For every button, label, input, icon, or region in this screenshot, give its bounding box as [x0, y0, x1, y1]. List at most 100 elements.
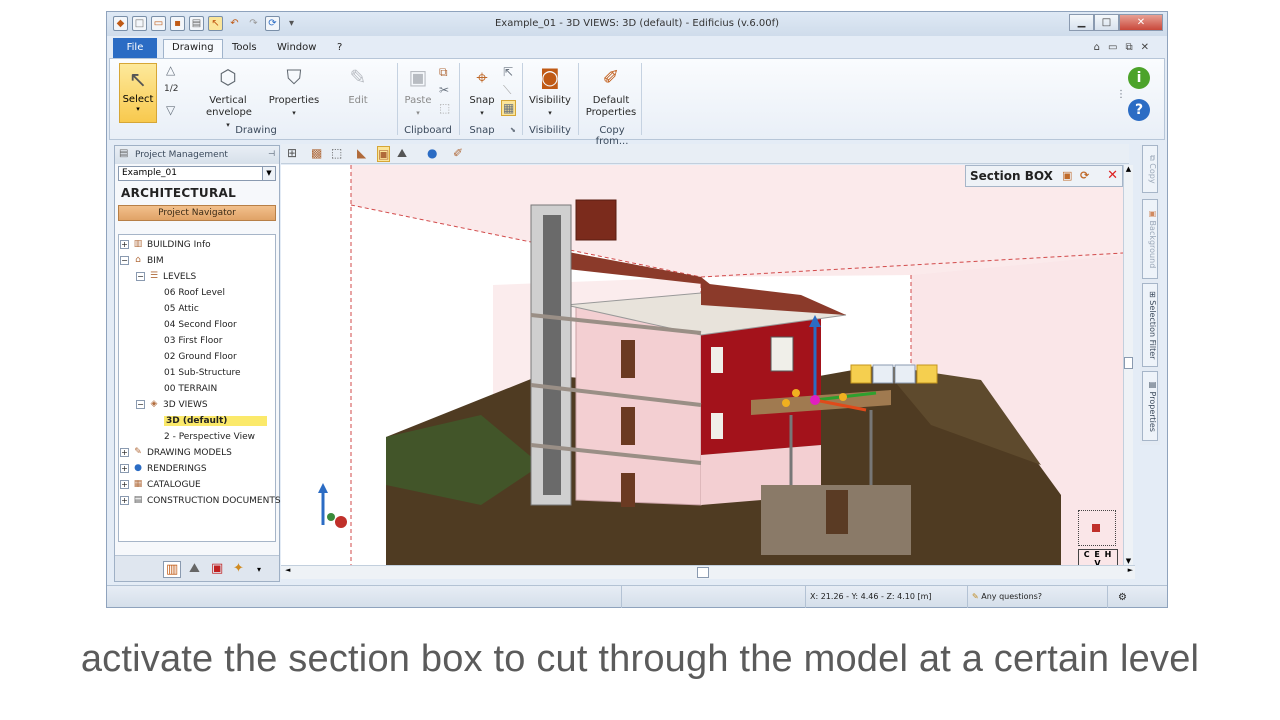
lock-tool-icon[interactable]: [916, 364, 938, 384]
select-button[interactable]: ↖ Select ▾: [119, 63, 157, 123]
tree-item-building-info[interactable]: + ▥ BUILDING Info: [120, 238, 211, 253]
3d-viewport[interactable]: Section BOX ▣ ⟳ ✕ C E H V: [281, 165, 1123, 565]
expand-icon[interactable]: +: [120, 464, 129, 473]
move-tool-icon[interactable]: [850, 364, 872, 384]
section-box-toggle-icon[interactable]: ▣: [377, 146, 391, 162]
tree-item-3d-default[interactable]: 3D (default): [164, 414, 268, 429]
tree-item-construction-documents[interactable]: + ▤ CONSTRUCTION DOCUMENTS: [120, 494, 281, 509]
right-tab-properties[interactable]: ▤ Properties: [1142, 371, 1158, 441]
project-dropdown[interactable]: Example_01 ▼: [118, 166, 276, 181]
more-dropdown-icon[interactable]: ▾: [257, 565, 261, 574]
gizmo-origin[interactable]: [810, 395, 820, 405]
distribute-tool-icon[interactable]: [872, 364, 894, 384]
tree-item-3d-views[interactable]: − ◈ 3D VIEWS: [136, 398, 208, 413]
tree-item-level[interactable]: 01 Sub-Structure: [164, 366, 241, 381]
tree-item-levels[interactable]: − ☰ LEVELS: [136, 270, 196, 285]
scroll-thumb[interactable]: [1124, 357, 1133, 369]
snap-settings-icon[interactable]: ⬊: [510, 126, 516, 134]
gizmo-handle[interactable]: [839, 393, 847, 401]
scroll-up-icon[interactable]: ▲: [1124, 165, 1133, 173]
view-cube-grid[interactable]: [1078, 510, 1116, 546]
structure-mode-icon[interactable]: ▣: [211, 561, 223, 576]
render-mode-icon[interactable]: ▩: [311, 146, 322, 160]
zoom-extents-icon[interactable]: ⬚: [331, 146, 342, 160]
view-cube-labels[interactable]: C E H V: [1078, 549, 1118, 565]
default-properties-button[interactable]: ✐ Default Properties: [584, 63, 638, 119]
paste-button[interactable]: ▣ Paste ▾: [402, 63, 434, 119]
snap-grid-icon[interactable]: ▦: [501, 100, 517, 116]
tree-item-bim[interactable]: − ⌂ BIM: [120, 254, 164, 269]
view-cube[interactable]: C E H V: [1078, 510, 1118, 565]
copy-icon[interactable]: ⧉: [439, 65, 448, 80]
right-tab-copy[interactable]: ⧉ Copy: [1142, 145, 1158, 193]
gizmo-handle[interactable]: [782, 399, 790, 407]
pin-icon[interactable]: ⊣: [268, 149, 275, 158]
section-plane-icon[interactable]: ◣: [357, 146, 366, 160]
landscape-mode-icon[interactable]: ⛰: [189, 561, 200, 576]
tree-item-drawing-models[interactable]: + ✎ DRAWING MODELS: [120, 446, 232, 461]
gizmo-handle[interactable]: [792, 389, 800, 397]
tree-item-catalogue[interactable]: + ▦ CATALOGUE: [120, 478, 201, 493]
vertical-scrollbar[interactable]: ▲ ▼: [1123, 165, 1133, 565]
view-cube-center[interactable]: [1092, 524, 1100, 532]
info-icon[interactable]: i: [1128, 67, 1150, 89]
duplicate-icon[interactable]: ⬚: [439, 101, 450, 115]
properties-button[interactable]: ⛉ Properties ▾: [268, 63, 320, 119]
render-sphere-icon[interactable]: ●: [427, 146, 437, 160]
right-tab-selection-filter[interactable]: ⊞ Selection Filter: [1142, 283, 1158, 367]
collapse-icon[interactable]: −: [120, 256, 129, 265]
project-navigator-button[interactable]: Project Navigator: [118, 205, 276, 221]
ribbon-overflow-icon[interactable]: ⋮: [1116, 89, 1126, 100]
scroll-left-icon[interactable]: ◄: [285, 566, 290, 574]
help-icon[interactable]: ?: [1128, 99, 1150, 121]
expand-icon[interactable]: +: [120, 448, 129, 457]
tools-icon[interactable]: ✐: [453, 146, 463, 160]
scroll-right-icon[interactable]: ►: [1128, 566, 1133, 574]
tab-file[interactable]: File: [113, 38, 157, 58]
horizontal-scrollbar[interactable]: ◄ ►: [281, 565, 1135, 579]
tree-item-level[interactable]: 06 Roof Level: [164, 286, 225, 301]
chevron-down-icon[interactable]: ▼: [262, 167, 275, 180]
edit-button[interactable]: ✎ Edit: [342, 63, 374, 107]
triangle-down-icon[interactable]: ▽: [166, 103, 175, 117]
status-settings[interactable]: ⚙: [1107, 586, 1167, 608]
snap-button[interactable]: ⌖ Snap ▾: [464, 63, 500, 119]
cut-icon[interactable]: ✂: [439, 83, 449, 97]
tree-item-level[interactable]: 05 Attic: [164, 302, 199, 317]
architecture-mode-icon[interactable]: ▥: [163, 561, 182, 578]
ribbon-window-controls[interactable]: ⌂▭⧉✕: [1094, 42, 1157, 53]
expand-icon[interactable]: +: [120, 240, 129, 249]
tree-item-level[interactable]: 04 Second Floor: [164, 318, 237, 333]
tree-item-level[interactable]: 03 First Floor: [164, 334, 223, 349]
section-box-reset-icon[interactable]: ⟳: [1080, 169, 1089, 182]
right-tab-background[interactable]: ▣ Background: [1142, 199, 1158, 279]
plan-view-icon[interactable]: ⊞: [287, 146, 297, 160]
maximize-button[interactable]: □: [1094, 14, 1119, 31]
section-box-settings-icon[interactable]: ▣: [1062, 169, 1072, 182]
scroll-h-thumb[interactable]: [697, 567, 709, 578]
terrain-icon[interactable]: ⛰: [397, 146, 407, 161]
triangle-up-icon[interactable]: △: [166, 63, 175, 77]
collapse-icon[interactable]: −: [136, 400, 145, 409]
close-icon[interactable]: ✕: [1107, 168, 1118, 183]
tab-tools[interactable]: Tools: [224, 40, 265, 55]
help-link[interactable]: ✎ Any questions?: [967, 586, 1107, 608]
tab-window[interactable]: Window: [269, 40, 324, 55]
mirror-tool-icon[interactable]: [894, 364, 916, 384]
visibility-button[interactable]: ◙ Visibility ▾: [528, 63, 572, 119]
tab-drawing[interactable]: Drawing: [163, 39, 223, 58]
expand-icon[interactable]: +: [120, 480, 129, 489]
collapse-icon[interactable]: −: [136, 272, 145, 281]
expand-icon[interactable]: +: [120, 496, 129, 505]
mep-mode-icon[interactable]: ✦: [233, 561, 244, 576]
tree-item-level[interactable]: 00 TERRAIN: [164, 382, 217, 397]
half-scale-label[interactable]: 1/2: [164, 84, 178, 94]
snap-corner-icon[interactable]: ⇱: [503, 65, 513, 79]
tree-item-renderings[interactable]: + ● RENDERINGS: [120, 462, 207, 477]
tree-item-perspective-view[interactable]: 2 - Perspective View: [164, 430, 255, 445]
close-button[interactable]: ✕: [1119, 14, 1163, 31]
snap-diagonal-icon[interactable]: ⟍: [503, 83, 511, 98]
minimize-button[interactable]: ▁: [1069, 14, 1094, 31]
scroll-down-icon[interactable]: ▼: [1124, 557, 1133, 565]
tree-item-level[interactable]: 02 Ground Floor: [164, 350, 237, 365]
